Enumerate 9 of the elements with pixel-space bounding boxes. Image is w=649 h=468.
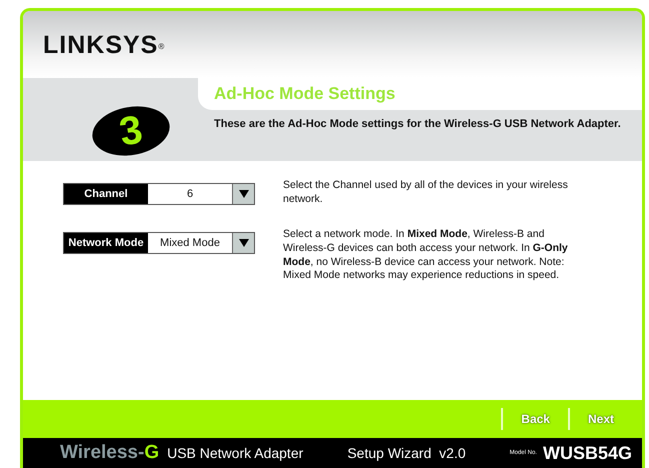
product-name: USB Network Adapter [167, 444, 304, 463]
field-description: Select a network mode. In Mixed Mode, Wireless-B and Wireless-G devices can both access your network. In G-Only Mode, no Wireless-B device can access your network. Note: Mixed Mode networks may experience reductions in speed. [283, 228, 569, 283]
logo: LINKSYS$^{®}$ [43, 33, 166, 58]
field-description: Select the Channel used by all of the devices in your wireless network. [283, 179, 569, 206]
page-title: Ad-Hoc Mode Settings [198, 77, 642, 110]
page-subtitle: These are the Ad-Hoc Mode settings for the Wireless-G USB Network Adapter. [213, 116, 622, 132]
model-number: WUSB54G [542, 442, 632, 464]
product-logo: Wireless-G [60, 440, 160, 465]
wizard-version: Setup Wizard v2.0 [347, 444, 466, 463]
